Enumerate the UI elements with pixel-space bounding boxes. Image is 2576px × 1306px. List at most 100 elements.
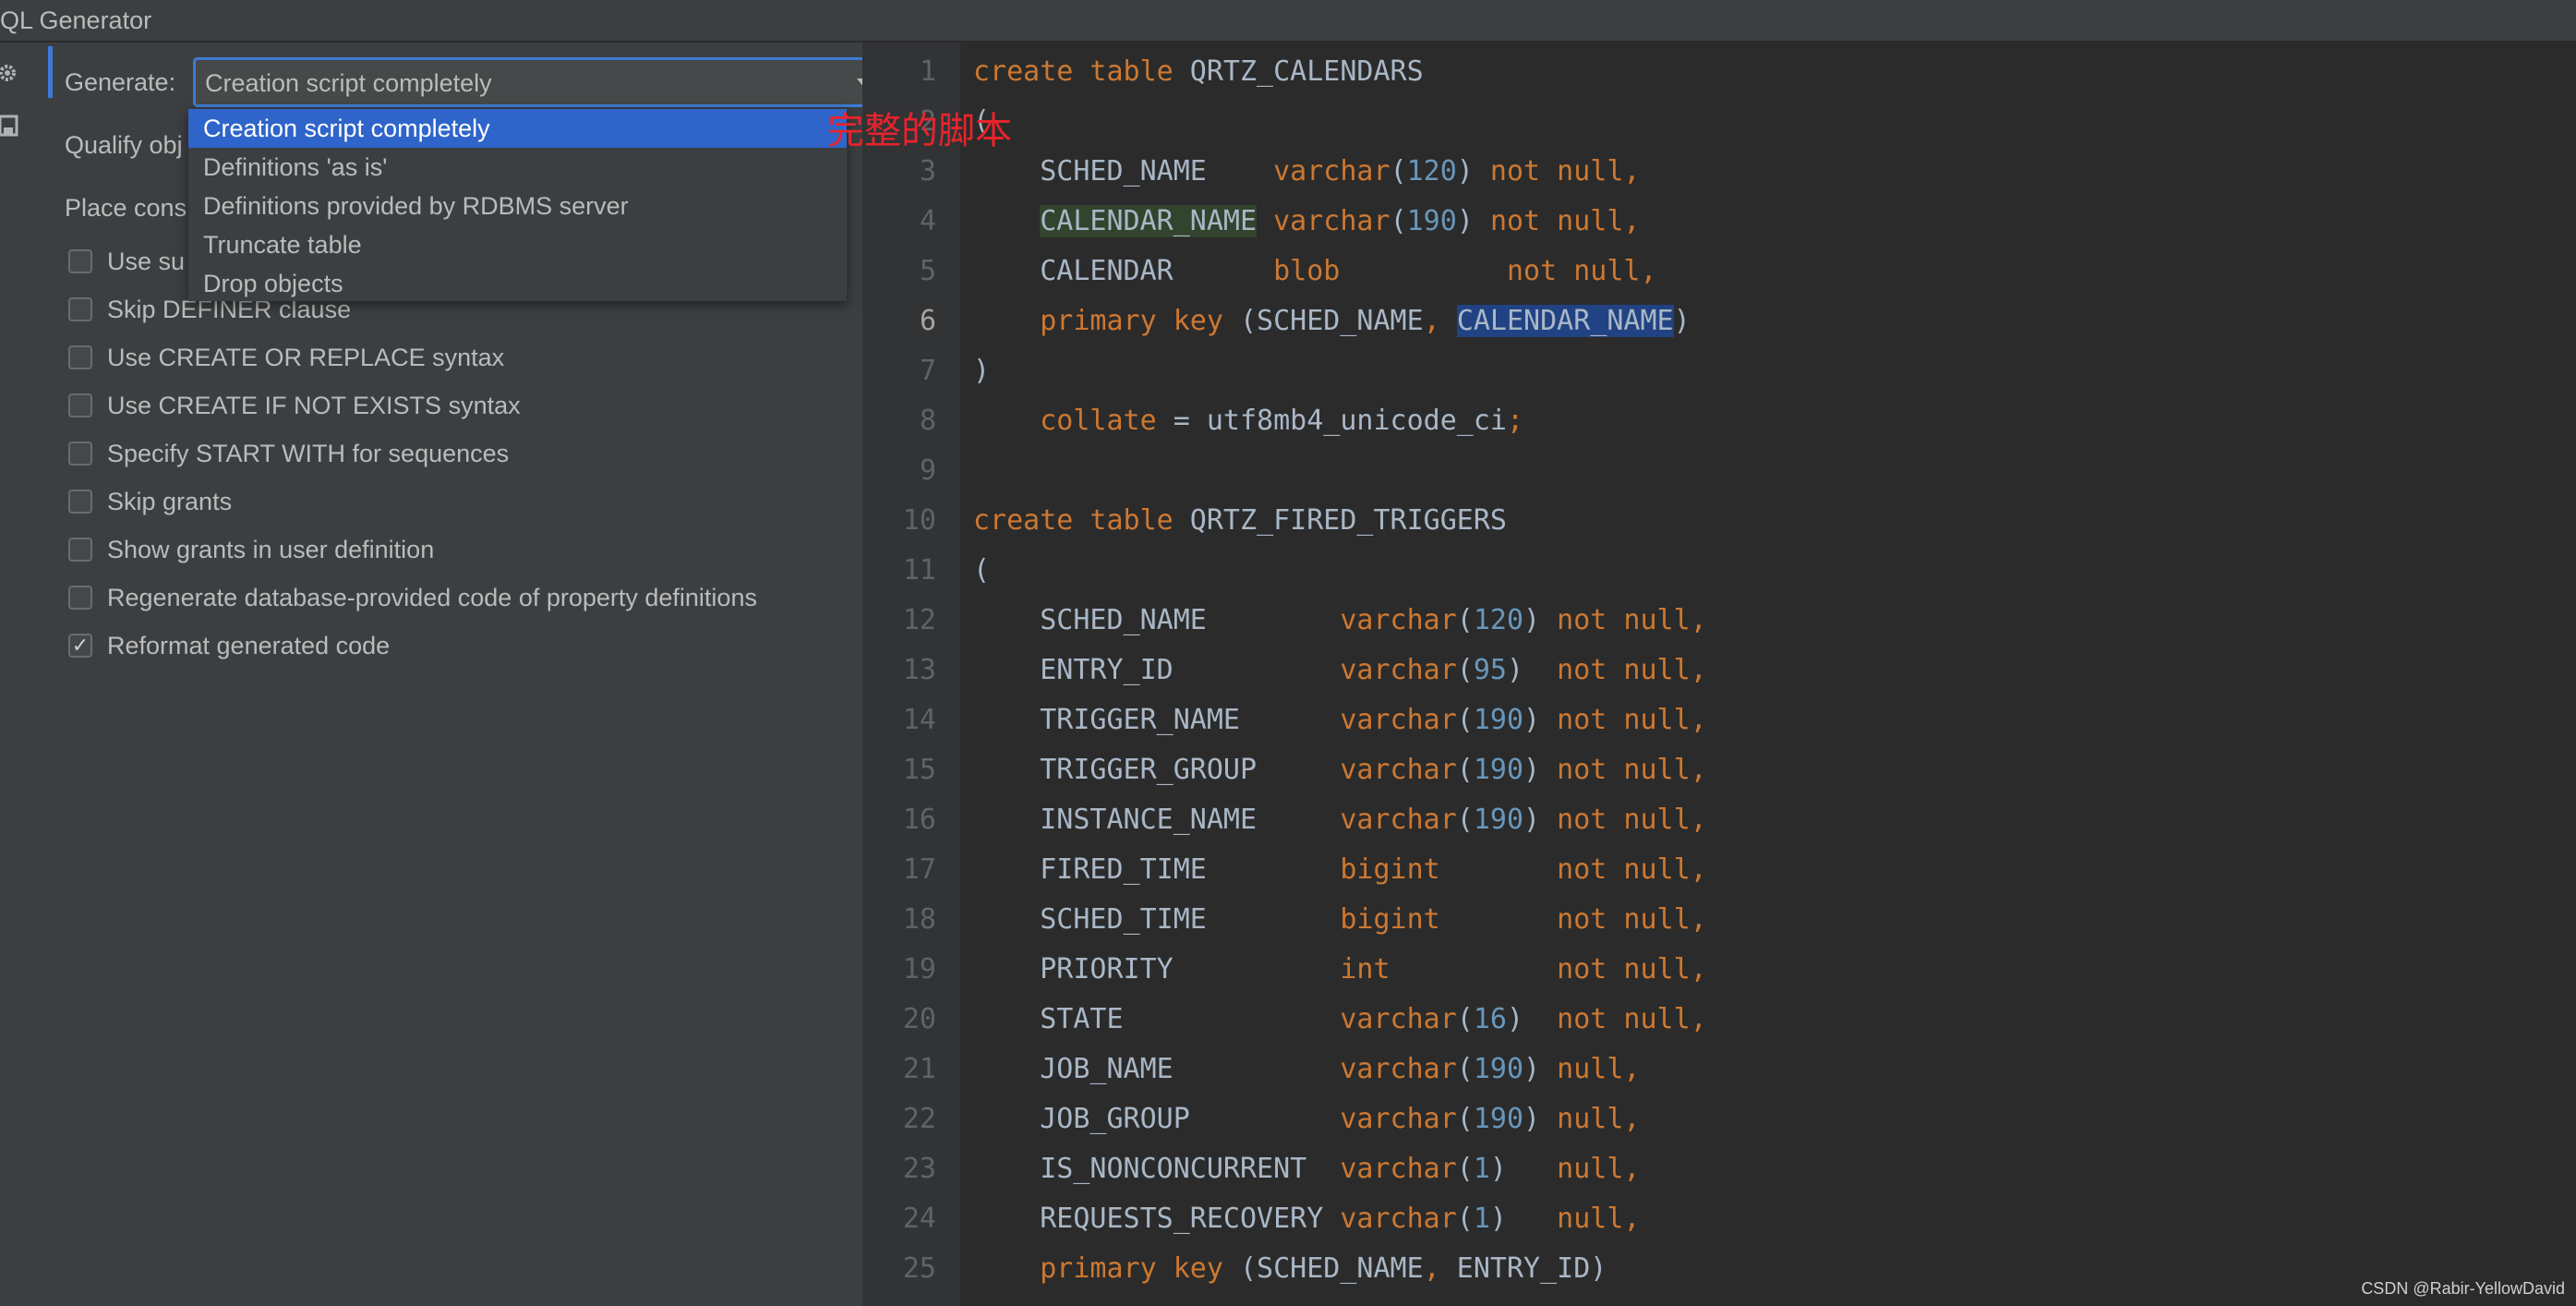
code-token: 120 (1473, 604, 1524, 636)
dropdown-option-rdbms-definitions[interactable]: Definitions provided by RDBMS server (188, 187, 847, 225)
line-number: 21 (902, 1053, 936, 1085)
code-editor[interactable]: create table QRTZ_CALENDARS ( SCHED_NAME … (960, 42, 2576, 1306)
code-line: IS_NONCONCURRENT varchar(1) null, (973, 1151, 1640, 1188)
code-line: JOB_NAME varchar(190) null, (973, 1051, 1640, 1088)
focus-indicator (48, 46, 53, 98)
create-if-not-exists-label: Use CREATE IF NOT EXISTS syntax (107, 392, 521, 419)
dropdown-option-definitions-as-is[interactable]: Definitions 'as is' (188, 148, 847, 187)
code-token: not null, (1557, 704, 1707, 736)
code-token: not null, (1489, 155, 1641, 187)
code-token: varchar (1273, 155, 1390, 187)
code-token: ( (1456, 1053, 1474, 1085)
reformat-code-checkbox[interactable]: ✓ (68, 634, 92, 658)
code-token: primary key (1040, 1252, 1223, 1285)
title-bar: QL Generator (0, 0, 2576, 42)
code-token: ; (1506, 405, 1524, 437)
code-token: ENTRY_ID) (1439, 1252, 1607, 1285)
qualify-objects-label: Qualify obj (65, 131, 183, 159)
code-line: primary key (SCHED_NAME, ENTRY_ID) (973, 1251, 1607, 1288)
code-token: , (1423, 305, 1440, 337)
code-token: varchar (1340, 1153, 1457, 1185)
code-token: ) (1506, 654, 1558, 686)
code-token: TRIGGER_NAME (973, 704, 1341, 736)
code-token: ) (1523, 754, 1558, 786)
dropdown-option-truncate-table[interactable]: Truncate table (188, 225, 847, 264)
code-token: ) (1489, 1153, 1558, 1185)
start-with-checkbox[interactable] (68, 441, 92, 466)
code-token: varchar (1340, 1203, 1457, 1235)
code-token: varchar (1340, 804, 1457, 836)
save-icon[interactable] (0, 115, 20, 139)
code-token: ( (1456, 1003, 1474, 1035)
code-token: QRTZ_CALENDARS (1173, 55, 1424, 88)
line-number: 7 (919, 355, 936, 387)
code-token: primary key (1040, 305, 1223, 337)
code-token: 95 (1473, 654, 1507, 686)
generate-select[interactable]: Creation script completely (193, 57, 887, 107)
code-token: ) (1523, 704, 1558, 736)
code-line: create table QRTZ_FIRED_TRIGGERS (973, 502, 1507, 539)
code-token: not null, (1557, 804, 1707, 836)
code-token: SCHED_NAME (973, 604, 1341, 636)
create-if-not-exists-checkbox[interactable] (68, 393, 92, 417)
code-token: ( (973, 554, 991, 586)
generate-label: Generate: (65, 68, 176, 96)
watermark: CSDN @Rabir-YellowDavid (2361, 1279, 2565, 1298)
code-token: ( (1456, 754, 1474, 786)
regenerate-code-checkbox[interactable] (68, 586, 92, 610)
code-token: CALENDAR (973, 255, 1274, 287)
code-token: ) (1523, 804, 1558, 836)
code-line: SCHED_TIME bigint not null, (973, 901, 1707, 938)
code-line: SCHED_NAME varchar(120) not null, (973, 602, 1707, 639)
code-line: CALENDAR_NAME varchar(190) not null, (973, 203, 1641, 240)
line-number: 22 (902, 1103, 936, 1135)
code-line: create table QRTZ_CALENDARS (973, 54, 1424, 91)
regenerate-code-label: Regenerate database-provided code of pro… (107, 584, 757, 611)
code-line: PRIORITY int not null, (973, 951, 1707, 988)
use-sub-checkbox[interactable] (68, 249, 92, 273)
code-token: 1 (1473, 1153, 1490, 1185)
code-token: ) (1673, 305, 1691, 337)
code-token: not null, (1557, 754, 1707, 786)
line-number: 8 (919, 405, 936, 437)
code-token: not null, (1557, 853, 1707, 886)
create-or-replace-checkbox[interactable] (68, 345, 92, 369)
skip-grants-checkbox[interactable] (68, 490, 92, 514)
dropdown-option-drop-objects[interactable]: Drop objects (188, 264, 847, 303)
line-number: 20 (902, 1003, 936, 1035)
code-token: ) (1456, 205, 1490, 237)
code-token: 190 (1473, 1053, 1524, 1085)
line-number: 6 (919, 305, 936, 337)
skip-definer-checkbox[interactable] (68, 297, 92, 321)
reformat-code-label: Reformat generated code (107, 632, 391, 659)
line-number: 3 (919, 155, 936, 187)
line-number: 12 (902, 604, 936, 636)
line-number: 16 (902, 804, 936, 836)
code-token: ( (1390, 155, 1407, 187)
code-token: , (1423, 1252, 1440, 1285)
code-token: = utf8mb4_unicode_ci (1156, 405, 1507, 437)
code-token: not null, (1557, 903, 1707, 936)
code-token: not null, (1557, 604, 1707, 636)
code-token: null, (1557, 1153, 1641, 1185)
code-token: STATE (973, 1003, 1341, 1035)
code-token: 16 (1473, 1003, 1507, 1035)
code-token: 1 (1473, 1203, 1490, 1235)
code-token: not null, (1557, 654, 1707, 686)
line-number: 14 (902, 704, 936, 736)
line-number-gutter: 1 2 3 4 5 6 7 8 9 10 11 12 13 14 15 16 17 18 19 20 21 22 23 24 2… (862, 42, 960, 1306)
code-line: TRIGGER_GROUP varchar(190) not null, (973, 752, 1707, 789)
gear-icon[interactable] (0, 61, 20, 85)
code-line: ( (973, 552, 990, 589)
code-token: ) (1523, 1053, 1558, 1085)
code-token: (SCHED_NAME (1222, 305, 1424, 337)
window-title: QL Generator (0, 6, 152, 34)
line-number: 19 (902, 953, 936, 986)
dropdown-option-creation-script[interactable]: Creation script completely (188, 109, 847, 148)
code-token: TRIGGER_GROUP (973, 754, 1341, 786)
show-grants-checkbox[interactable] (68, 538, 92, 562)
